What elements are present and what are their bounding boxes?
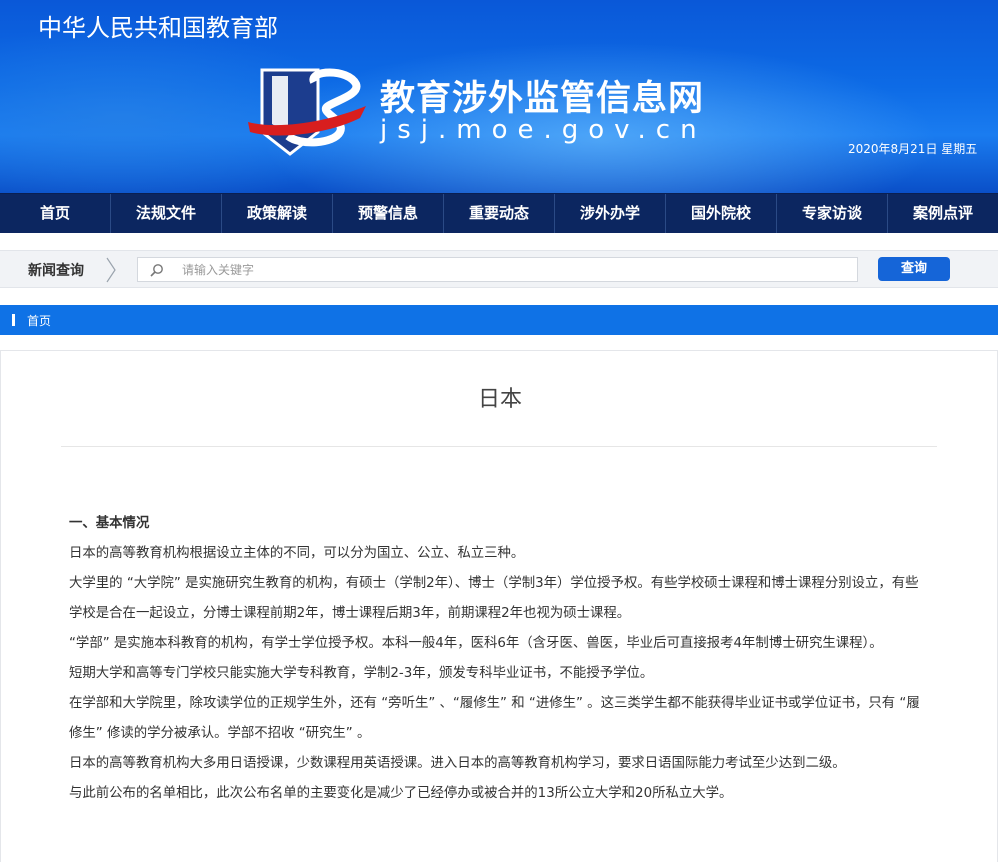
news-search-bar: 新闻查询 查询 (0, 250, 998, 288)
nav-item-news[interactable]: 重要动态 (444, 194, 555, 233)
paragraph: 日本的高等教育机构大多用日语授课，少数课程用英语授课。进入日本的高等教育机构学习… (69, 756, 846, 771)
paragraph: 短期大学和高等专门学校只能实施大学专科教育，学制2-3年，颁发专科毕业证书，不能… (69, 666, 654, 681)
nav-item-foreign-institutions[interactable]: 国外院校 (666, 194, 777, 233)
nav-item-regulations[interactable]: 法规文件 (111, 194, 222, 233)
paragraph: 与此前公布的名单相比，此次公布名单的主要变化是减少了已经停办或被合并的13所公立… (69, 786, 733, 801)
title-divider (61, 446, 937, 447)
chevron-right-icon (106, 257, 116, 283)
breadcrumb: 首页 (0, 305, 998, 335)
site-url: jsj.moe.gov.cn (380, 115, 707, 145)
paragraph: 在学部和大学院里，除攻读学位的正规学生外，还有 “旁听生” 、“履修生” 和 “… (69, 696, 920, 741)
search-label: 新闻查询 (28, 263, 84, 279)
paragraph: “学部” 是实施本科教育的机构，有学士学位授予权。本科一般4年，医科6年（含牙医… (69, 636, 883, 651)
nav-item-expert-interviews[interactable]: 专家访谈 (777, 194, 888, 233)
main-nav: 首页 法规文件 政策解读 预警信息 重要动态 涉外办学 国外院校 专家访谈 案例… (0, 193, 998, 233)
section-heading: 一、基本情况 (69, 516, 150, 531)
article-title: 日本 (477, 387, 522, 412)
search-field (137, 257, 858, 282)
site-logo-icon[interactable] (248, 62, 368, 162)
article-body: 一、基本情况 日本的高等教育机构根据设立主体的不同，可以分为国立、公立、私立三种… (69, 509, 929, 809)
current-date: 2020年8月21日 星期五 (848, 142, 978, 156)
breadcrumb-marker (12, 314, 15, 326)
paragraph: 大学里的 “大学院” 是实施研究生教育的机构，有硕士（学制2年）、博士（学制3年… (69, 576, 919, 621)
nav-item-foreign-schooling[interactable]: 涉外办学 (555, 194, 666, 233)
nav-item-warnings[interactable]: 预警信息 (333, 194, 444, 233)
article-panel: 日本 一、基本情况 日本的高等教育机构根据设立主体的不同，可以分为国立、公立、私… (0, 350, 998, 862)
search-button[interactable]: 查询 (878, 257, 950, 281)
nav-item-case-reviews[interactable]: 案例点评 (888, 194, 998, 233)
search-icon (150, 264, 163, 277)
ministry-name[interactable]: 中华人民共和国教育部 (38, 8, 278, 43)
site-name: 教育涉外监管信息网 (380, 78, 705, 119)
breadcrumb-home-link[interactable]: 首页 (27, 312, 51, 329)
search-input[interactable] (182, 260, 842, 279)
site-banner: 中华人民共和国教育部 教育涉外监管信息网 jsj.moe.gov.cn 2020… (0, 0, 998, 193)
nav-item-policy[interactable]: 政策解读 (222, 194, 333, 233)
paragraph: 日本的高等教育机构根据设立主体的不同，可以分为国立、公立、私立三种。 (69, 546, 525, 561)
nav-item-home[interactable]: 首页 (0, 194, 111, 233)
